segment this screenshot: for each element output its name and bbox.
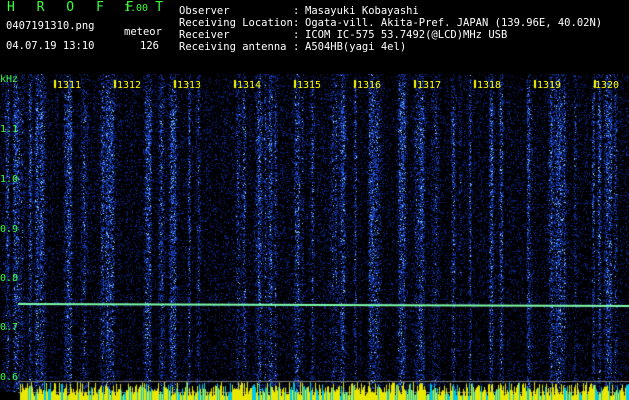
- y-tick-label: 1.1: [0, 124, 19, 135]
- y-axis-unit: kHz: [0, 74, 19, 85]
- observer-value: Masayuki Kobayashi: [305, 5, 419, 17]
- app-version: 1.00: [124, 3, 149, 14]
- location-value: Ogata-vill. Akita-Pref. JAPAN (139.96E, …: [305, 17, 603, 29]
- observer-colon: :: [293, 5, 300, 17]
- location-label: Receiving Location: [179, 17, 293, 29]
- y-tick-label: 0.8: [0, 273, 19, 284]
- minute-label: 1313: [177, 80, 202, 91]
- location-colon: :: [293, 17, 300, 29]
- minute-label: 1317: [417, 80, 442, 91]
- mode-label: meteor: [124, 26, 162, 38]
- hroft-window: H R O F F T 1.00 0407191310.png 04.07.19…: [0, 0, 629, 400]
- antenna-colon: :: [293, 41, 300, 53]
- receiver-label: Receiver: [179, 29, 230, 41]
- y-tick-label: 0.6: [0, 372, 19, 383]
- minute-label: 1315: [297, 80, 322, 91]
- observer-label: Observer: [179, 5, 230, 17]
- file-name: 0407191310.png: [6, 20, 95, 32]
- minute-label: 1318: [477, 80, 502, 91]
- minute-label: 1312: [117, 80, 142, 91]
- minute-label: 1320: [595, 80, 620, 91]
- minute-label: 1311: [57, 80, 82, 91]
- y-tick-label: 0.9: [0, 224, 19, 235]
- receiver-colon: :: [293, 29, 300, 41]
- spectrogram-canvas: [0, 74, 629, 400]
- minute-label: 1319: [537, 80, 562, 91]
- y-tick-label: 1.0: [0, 174, 19, 185]
- antenna-label: Receiving antenna: [179, 41, 287, 53]
- antenna-value: A504HB(yagi 4el): [305, 41, 407, 53]
- date-time: 04.07.19 13:10: [6, 40, 95, 52]
- y-tick-label: 0.7: [0, 322, 19, 333]
- minute-label: 1316: [357, 80, 382, 91]
- meteor-count: 126: [140, 40, 159, 52]
- minute-label: 1314: [237, 80, 262, 91]
- receiver-value: ICOM IC-575 53.7492(@LCD)MHz USB: [305, 29, 508, 41]
